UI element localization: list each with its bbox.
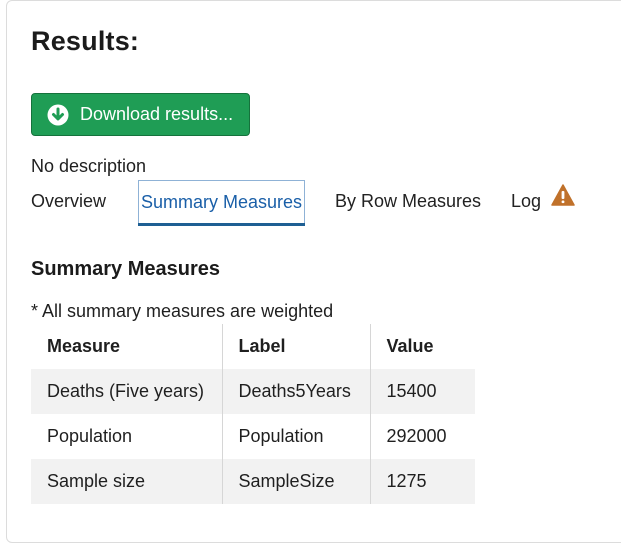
tab-log-label: Log [511, 191, 542, 211]
tab-summary-measures[interactable]: Summary Measures [138, 180, 305, 226]
column-header-label: Label [221, 324, 370, 369]
tab-bar: Overview Summary Measures By Row Measure… [31, 180, 611, 226]
tab-summary-measures-label: Summary Measures [140, 192, 303, 212]
column-header-value: Value [369, 324, 475, 369]
cell-value: 15400 [369, 369, 475, 414]
download-button-label: Download results... [80, 104, 234, 124]
cell-value: 292000 [369, 414, 475, 459]
tab-log[interactable]: Log [511, 180, 575, 223]
tab-overview-label: Overview [31, 191, 107, 211]
cell-label: Population [221, 414, 370, 459]
summary-measures-table: Measure Label Value Deaths (Five years) … [31, 324, 475, 504]
cell-value: 1275 [369, 459, 475, 504]
summary-measures-heading: Summary Measures [31, 258, 220, 280]
description-text: No description [31, 156, 147, 176]
page-title: Results: [31, 26, 140, 56]
warning-icon [551, 179, 575, 222]
table-row: Sample size SampleSize 1275 [31, 459, 475, 504]
download-results-button[interactable]: Download results... [31, 93, 250, 136]
cell-label: SampleSize [221, 459, 370, 504]
table-row: Population Population 292000 [31, 414, 475, 459]
column-header-measure: Measure [31, 324, 222, 369]
cell-label: Deaths5Years [221, 369, 370, 414]
cell-measure: Sample size [31, 459, 222, 504]
cell-measure: Population [31, 414, 222, 459]
tab-by-row-measures[interactable]: By Row Measures [335, 180, 481, 223]
tab-overview[interactable]: Overview [31, 180, 106, 223]
table-header-row: Measure Label Value [31, 324, 475, 369]
weighted-note: * All summary measures are weighted [31, 301, 334, 321]
cell-measure: Deaths (Five years) [31, 369, 222, 414]
tab-by-row-measures-label: By Row Measures [335, 191, 482, 211]
table-row: Deaths (Five years) Deaths5Years 15400 [31, 369, 475, 414]
download-circle-icon [47, 104, 69, 126]
